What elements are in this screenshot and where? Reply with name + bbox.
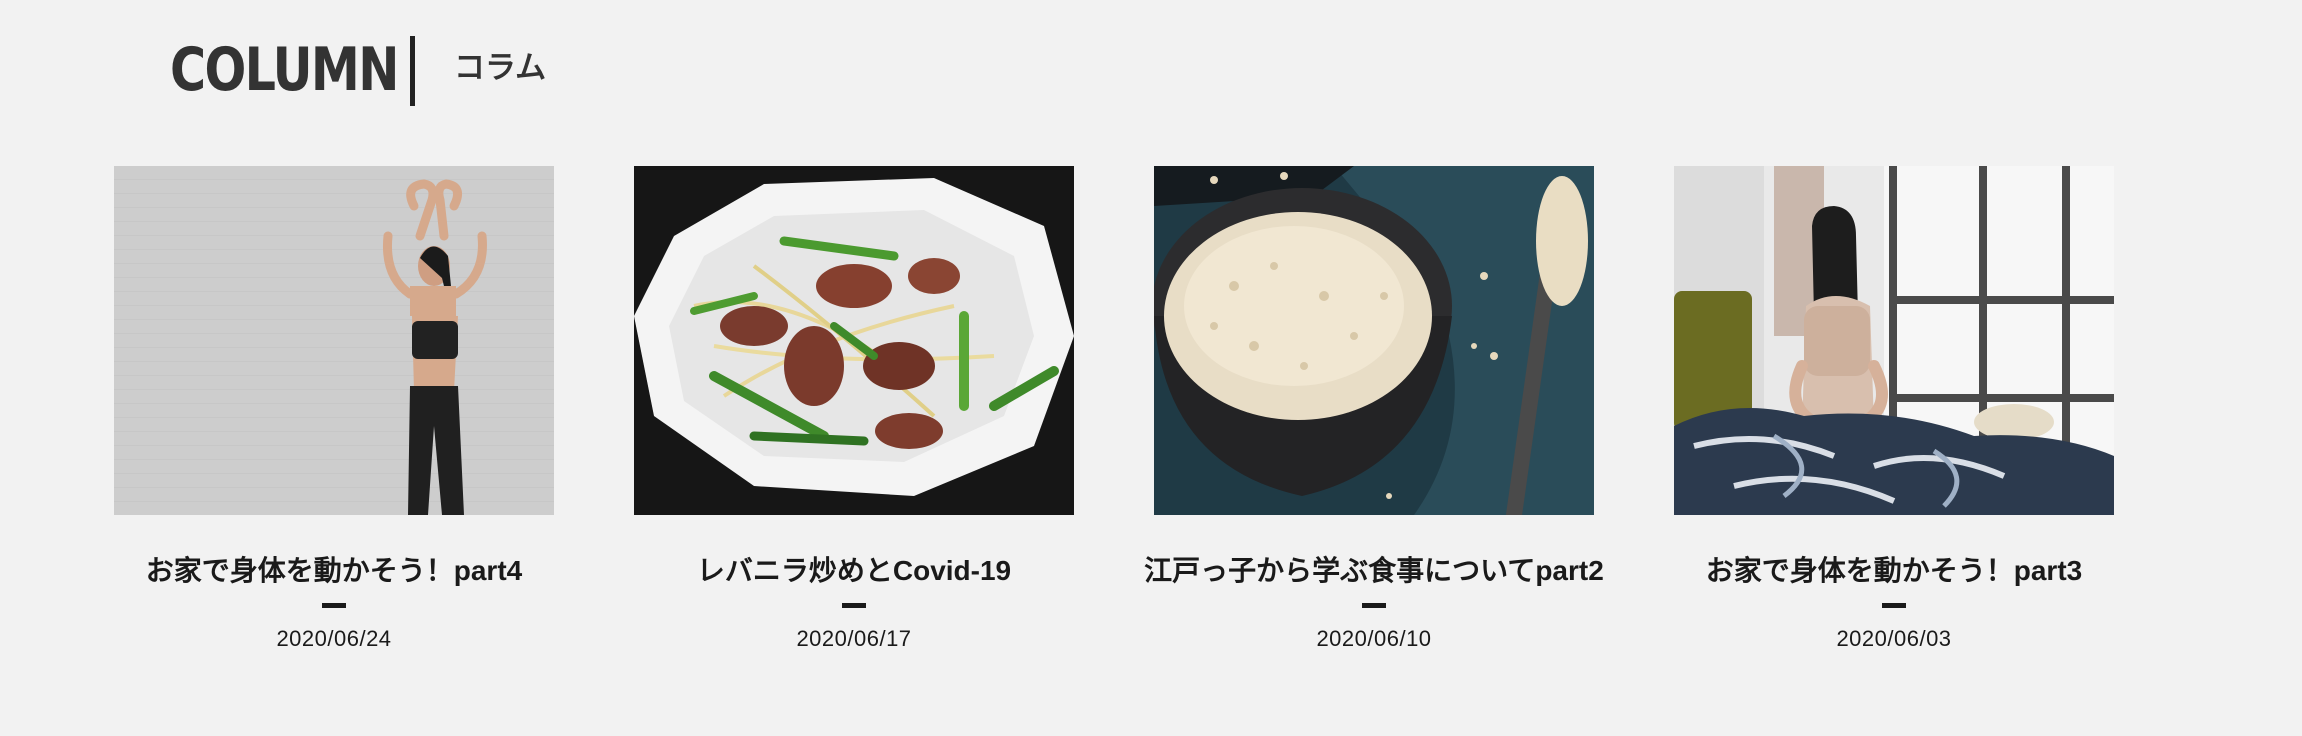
article-title[interactable]: お家で身体を動かそう！part3	[1634, 554, 2154, 588]
section-header: COLUMN コラム	[170, 34, 546, 106]
title-dash	[322, 603, 346, 608]
article-title[interactable]: 江戸っ子から学ぶ食事についてpart2	[1114, 554, 1634, 588]
article-date: 2020/06/10	[1316, 626, 1432, 651]
article-card[interactable]: レバニラ炒めとCovid-19 2020/06/17	[634, 166, 1074, 666]
section-divider	[410, 36, 415, 106]
article-card[interactable]: お家で身体を動かそう！part4 2020/06/24	[114, 166, 554, 666]
woman-back-pain-bedroom-photo-icon	[1674, 166, 2114, 515]
article-card[interactable]: お家で身体を動かそう！part3 2020/06/03	[1674, 166, 2114, 666]
title-dash	[1882, 603, 1906, 608]
woman-stretching-photo-icon	[114, 166, 554, 515]
article-thumbnail[interactable]	[634, 166, 1074, 515]
article-date: 2020/06/24	[276, 626, 392, 651]
article-list: お家で身体を動かそう！part4 2020/06/24 レバニラ炒めとCovid…	[114, 166, 2114, 666]
article-title[interactable]: お家で身体を動かそう！part4	[74, 554, 594, 588]
article-thumbnail[interactable]	[1674, 166, 2114, 515]
article-date: 2020/06/17	[796, 626, 912, 651]
section-subtitle: コラム	[454, 50, 547, 85]
liver-and-chives-stir-fry-photo-icon	[634, 166, 1074, 515]
title-dash	[1362, 603, 1386, 608]
millet-rice-bowl-photo-icon	[1154, 166, 1594, 515]
article-thumbnail[interactable]	[114, 166, 554, 515]
article-card[interactable]: 江戸っ子から学ぶ食事についてpart2 2020/06/10	[1144, 166, 1604, 666]
title-dash	[842, 603, 866, 608]
article-title[interactable]: レバニラ炒めとCovid-19	[594, 554, 1114, 588]
article-thumbnail[interactable]	[1154, 166, 1594, 515]
article-date: 2020/06/03	[1836, 626, 1952, 651]
section-title: COLUMN	[170, 35, 399, 105]
